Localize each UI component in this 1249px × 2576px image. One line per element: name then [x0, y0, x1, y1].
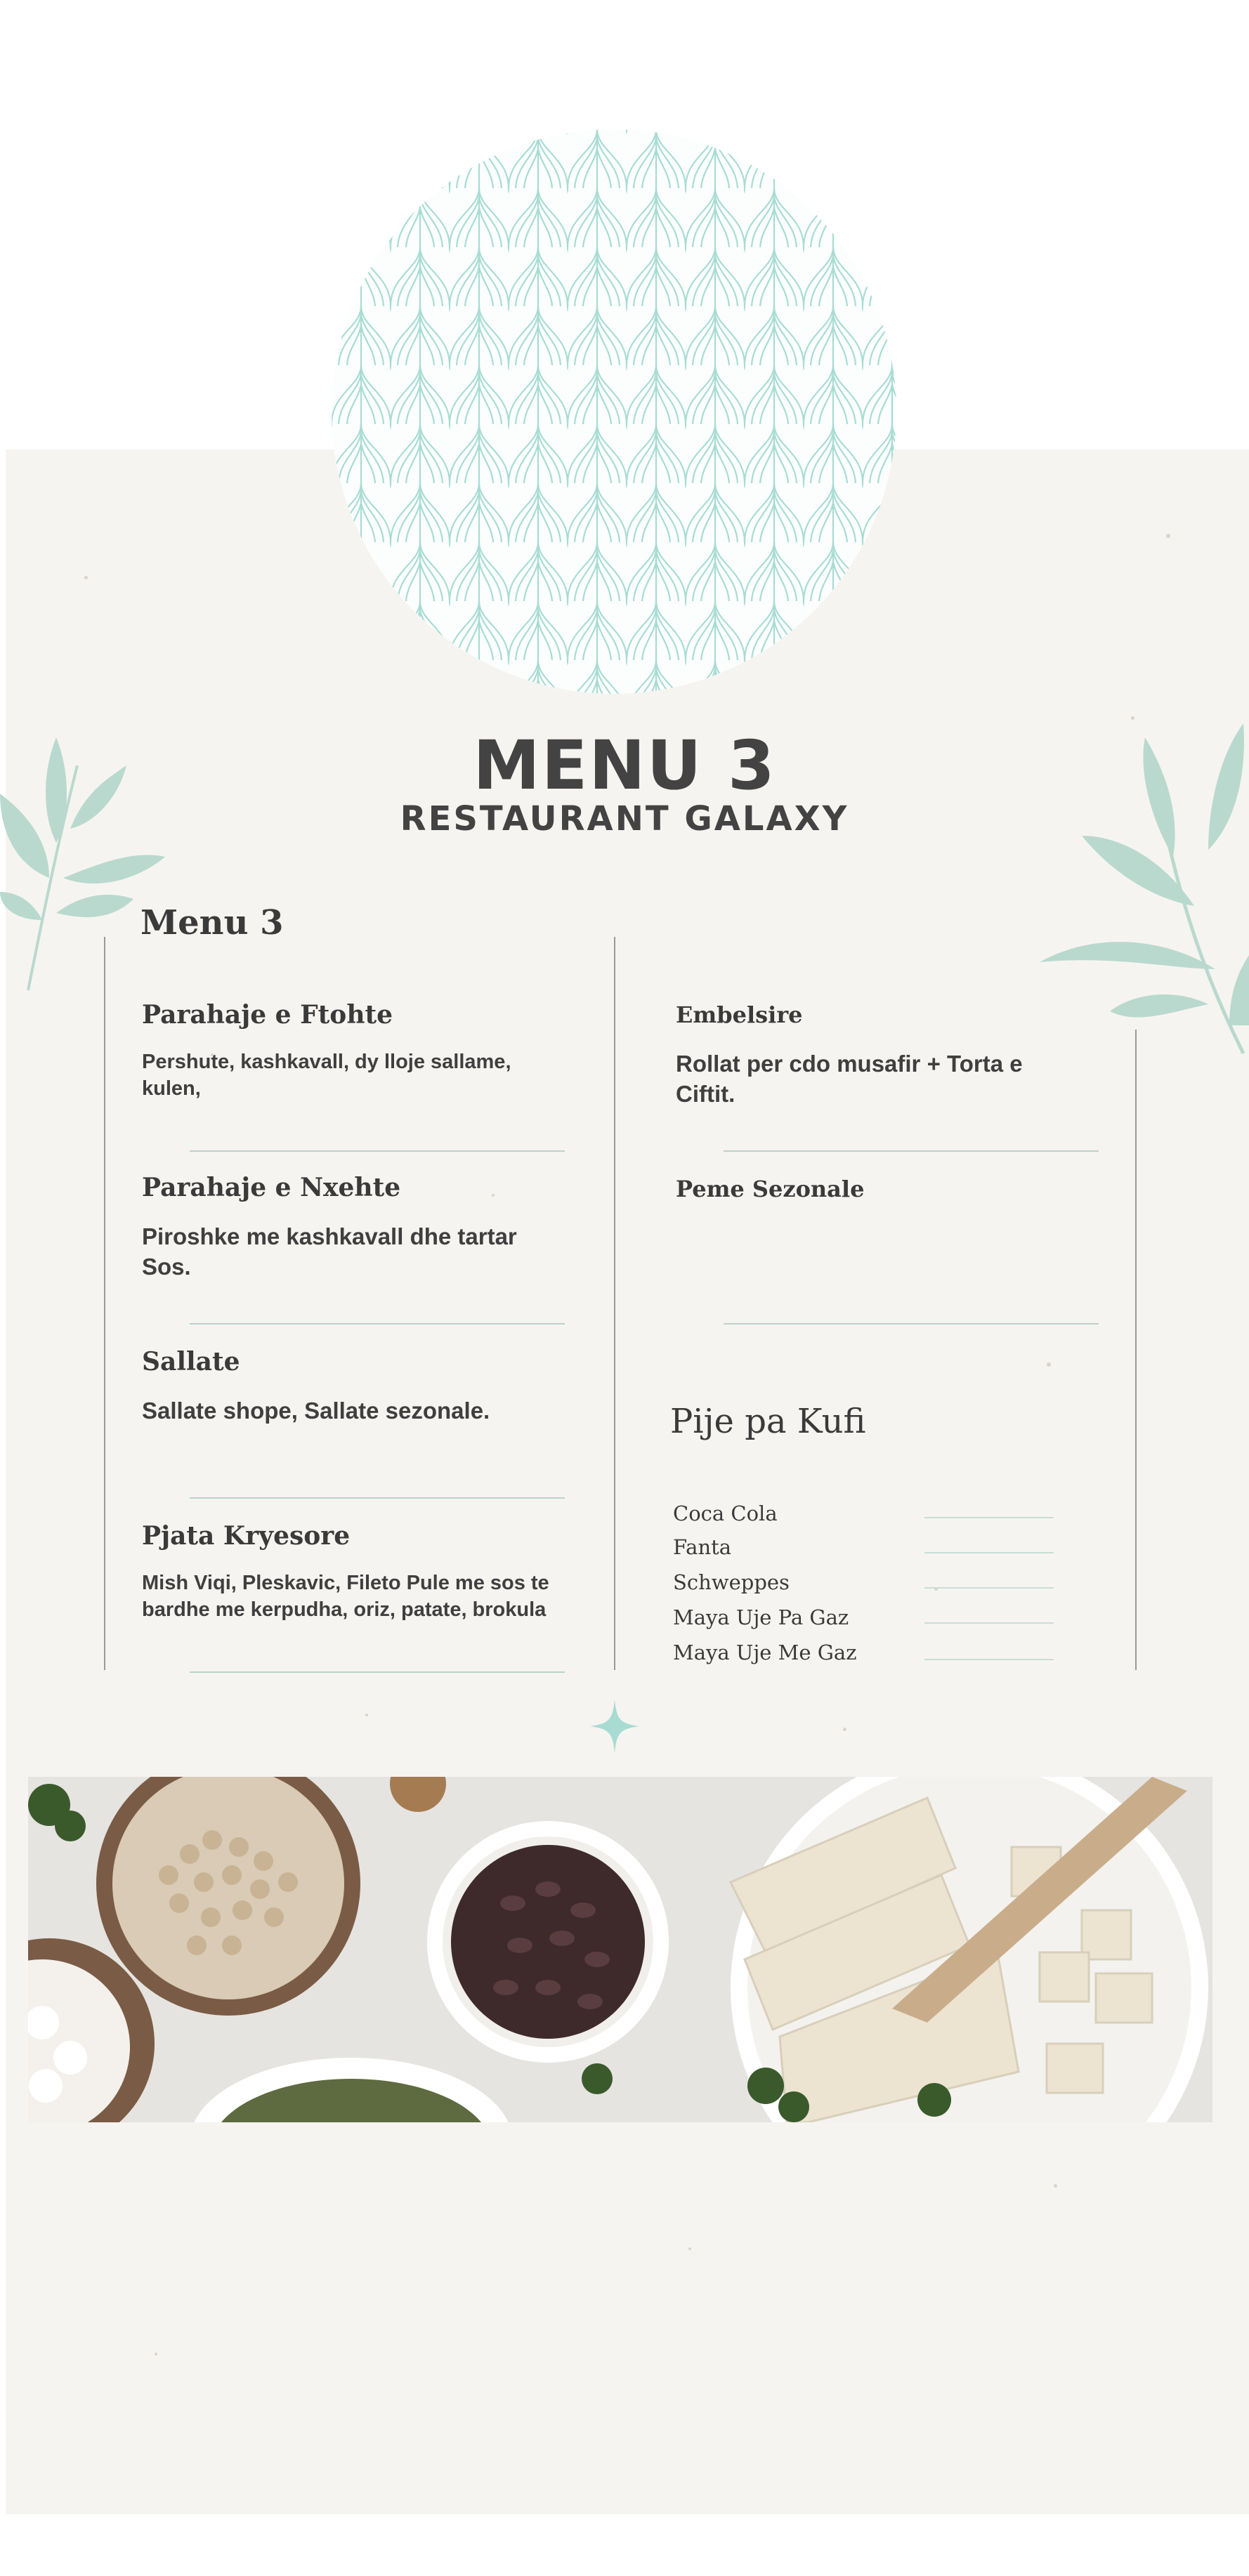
- drink-item: Fanta: [673, 1535, 732, 1559]
- page-subtitle: RESTAURANT GALAXY: [400, 799, 849, 839]
- section-title: Embelsire: [676, 1001, 803, 1028]
- scallop-pattern-icon: [332, 129, 896, 694]
- drink-line: [924, 1659, 1054, 1660]
- drink-item: Schweppes: [673, 1570, 790, 1594]
- section-title: Parahaje e Nxehte: [142, 1173, 401, 1202]
- food-photo: [28, 1777, 1212, 2122]
- drinks-heading: Pije pa Kufi: [670, 1402, 866, 1441]
- drink-item: Maya Uje Me Gaz: [673, 1641, 857, 1664]
- section-description: Piroshke me kashkavall dhe tartar Sos.: [142, 1223, 517, 1280]
- drink-item: Coca Cola: [673, 1501, 778, 1525]
- menu-heading: Menu 3: [140, 903, 284, 942]
- divider: [190, 1323, 565, 1325]
- divider: [724, 1150, 1099, 1152]
- section-title: Sallate: [142, 1347, 240, 1376]
- divider: [724, 1323, 1099, 1325]
- drink-line: [924, 1552, 1054, 1553]
- right-border-line: [1135, 1030, 1137, 1670]
- divider: [190, 1671, 565, 1673]
- section-title: Peme Sezonale: [676, 1176, 865, 1202]
- drink-item: Maya Uje Pa Gaz: [673, 1605, 849, 1629]
- section-description: Rollat per cdo musafir + Torta e Ciftit.: [676, 1051, 1023, 1107]
- scallop-pattern-circle: [332, 129, 896, 694]
- drink-line: [924, 1587, 1054, 1589]
- divider: [190, 1150, 565, 1152]
- section-description: Mish Viqi, Pleskavic, Fileto Pule me sos…: [142, 1572, 549, 1621]
- section-title: Pjata Kryesore: [142, 1521, 351, 1551]
- page-title: MENU 3: [473, 726, 776, 805]
- drink-line: [924, 1622, 1054, 1624]
- section-title: Parahaje e Ftohte: [142, 1000, 393, 1030]
- sparkle-icon: [590, 1700, 639, 1753]
- left-border-line: [104, 937, 105, 1670]
- drink-line: [924, 1517, 1054, 1518]
- divider: [190, 1497, 565, 1499]
- section-description: Pershute, kashkavall, dy lloje sallame, …: [142, 1051, 511, 1100]
- section-description: Sallate shope, Sallate sezonale.: [142, 1398, 490, 1424]
- center-divider-line: [614, 937, 615, 1670]
